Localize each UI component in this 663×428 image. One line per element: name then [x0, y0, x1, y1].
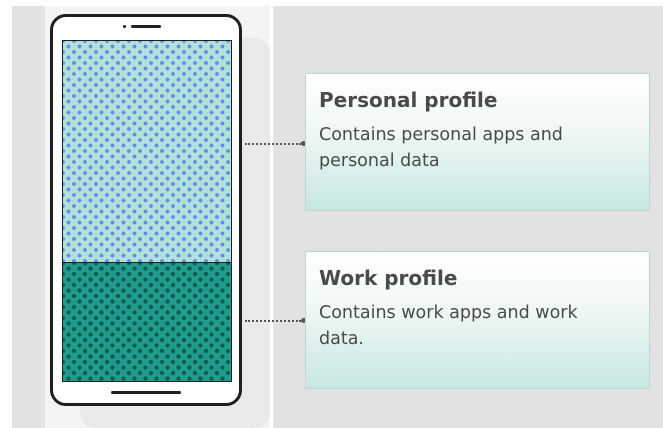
personal-connector-line — [245, 143, 301, 145]
phone-screen — [62, 40, 232, 382]
work-profile-description-line: data. — [319, 329, 364, 349]
phone-camera — [123, 25, 126, 28]
personal-profile-description-line: personal data — [319, 151, 440, 171]
work-profile-description: Contains work apps and work data. — [319, 300, 635, 352]
personal-profile-title: Personal profile — [319, 88, 498, 112]
personal-profile-callout: Personal profile Contains personal apps … — [305, 73, 650, 211]
work-profile-description-line: Contains work apps and work — [319, 303, 578, 323]
personal-profile-area — [63, 41, 231, 262]
phone-home-indicator — [111, 391, 181, 394]
work-profile-title: Work profile — [319, 266, 458, 290]
work-profile-area — [63, 263, 231, 381]
personal-profile-description-line: Contains personal apps and — [319, 125, 563, 145]
phone-illustration — [50, 14, 242, 406]
work-connector-line — [245, 320, 301, 322]
phone-speaker — [131, 25, 161, 28]
background-strip-left — [12, 6, 45, 428]
personal-profile-description: Contains personal apps and personal data — [319, 122, 635, 174]
work-profile-callout: Work profile Contains work apps and work… — [305, 251, 650, 389]
